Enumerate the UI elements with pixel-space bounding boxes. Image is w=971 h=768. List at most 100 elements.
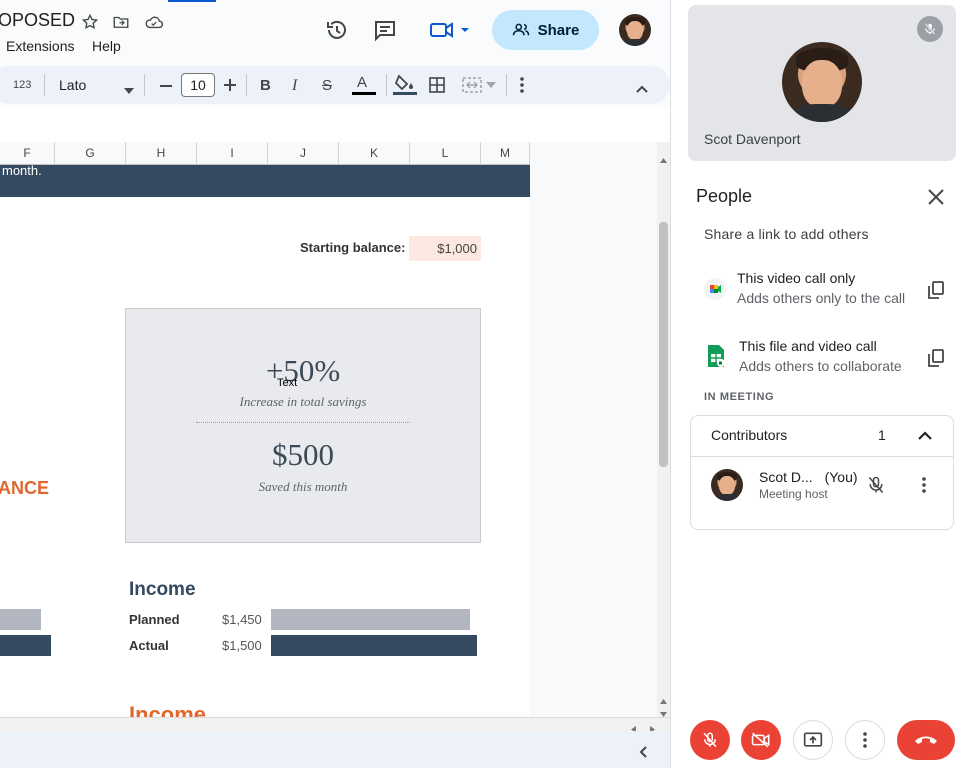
- font-dropdown-icon[interactable]: [124, 82, 134, 100]
- app-root: OPOSED Extensions Help Share 123 Lato 10…: [0, 0, 971, 768]
- document-title[interactable]: OPOSED: [0, 10, 75, 31]
- font-select[interactable]: Lato: [59, 77, 86, 93]
- cursor-tooltip: Text: [277, 377, 298, 389]
- title-underline-accent: [168, 0, 216, 2]
- column-header[interactable]: G: [55, 142, 126, 165]
- toolbar-divider: [44, 74, 45, 96]
- card-divider: [196, 422, 410, 423]
- toggle-mic-button[interactable]: [690, 720, 730, 760]
- mic-off-icon: [917, 16, 943, 42]
- meet-logo-icon: [704, 278, 726, 300]
- present-icon: [803, 732, 823, 747]
- chevron-up-icon[interactable]: [916, 428, 934, 442]
- income-heading-2-clip: Income: [0, 697, 530, 717]
- participant-you-tag: (You): [824, 469, 858, 485]
- account-avatar[interactable]: [619, 14, 651, 46]
- self-avatar: [782, 42, 862, 122]
- participant-more-icon[interactable]: [922, 477, 926, 498]
- sheet-empty-area: [530, 142, 657, 717]
- version-history-icon[interactable]: [324, 17, 350, 43]
- column-header[interactable]: M: [481, 142, 530, 165]
- column-header[interactable]: K: [339, 142, 410, 165]
- menu-extensions[interactable]: Extensions: [6, 38, 74, 54]
- participant-avatar: [711, 469, 743, 501]
- formula-bar[interactable]: [0, 108, 670, 142]
- option-video-call-title[interactable]: This video call only: [737, 270, 855, 286]
- share-label: Share: [537, 21, 580, 39]
- option-file-and-call-title[interactable]: This file and video call: [739, 338, 877, 354]
- expense-actual-bar: [0, 635, 51, 656]
- more-formats-button[interactable]: 123: [13, 79, 31, 91]
- increase-font-size-icon[interactable]: [222, 77, 238, 93]
- hang-up-icon: [915, 736, 937, 744]
- income-planned-bar: [271, 609, 470, 630]
- copy-icon[interactable]: [927, 349, 945, 367]
- side-panel-toggle-icon[interactable]: [639, 745, 647, 763]
- menu-help[interactable]: Help: [92, 38, 121, 54]
- column-header[interactable]: I: [197, 142, 268, 165]
- column-header[interactable]: F: [0, 142, 55, 165]
- fill-color-icon[interactable]: [393, 73, 417, 97]
- people-panel-title: People: [696, 186, 753, 206]
- move-folder-icon[interactable]: [111, 12, 131, 32]
- italic-icon[interactable]: I: [292, 77, 297, 95]
- meet-video-icon[interactable]: [426, 17, 474, 43]
- formatting-toolbar: [0, 66, 670, 104]
- starting-balance-label: Starting balance:: [300, 240, 406, 255]
- income-planned-label: Planned: [129, 612, 180, 627]
- participant-name-text: Scot D...: [759, 469, 813, 485]
- toolbar-divider: [144, 74, 145, 96]
- participant-role: Meeting host: [759, 487, 828, 501]
- income-actual-label: Actual: [129, 638, 169, 653]
- toolbar-divider: [246, 74, 247, 96]
- income-actual-bar: [271, 635, 477, 656]
- present-screen-button[interactable]: [793, 720, 833, 760]
- participant-name: Scot D... (You): [759, 469, 858, 485]
- contributors-label[interactable]: Contributors: [711, 427, 787, 443]
- camera-off-icon: [751, 732, 770, 748]
- text-color-icon[interactable]: A: [352, 74, 376, 96]
- mic-off-icon: [703, 732, 717, 748]
- merge-cells-icon[interactable]: [460, 76, 498, 94]
- income-heading: Income: [129, 579, 196, 600]
- savings-percent-caption: Increase in total savings: [239, 394, 367, 409]
- participant-mic-off-icon: [865, 474, 887, 496]
- share-button[interactable]: Share: [492, 10, 599, 50]
- vertical-scroll-thumb[interactable]: [659, 222, 668, 467]
- collapse-toolbar-icon[interactable]: [636, 80, 648, 98]
- sheet-tabs-bar: [0, 731, 670, 768]
- borders-icon[interactable]: [428, 76, 446, 94]
- saved-amount: $500: [272, 437, 334, 472]
- toggle-camera-button[interactable]: [741, 720, 781, 760]
- strikethrough-icon[interactable]: S: [322, 77, 332, 94]
- comments-icon[interactable]: [372, 17, 398, 43]
- font-size-input[interactable]: 10: [181, 73, 215, 97]
- bold-icon[interactable]: B: [260, 77, 271, 94]
- more-options-icon[interactable]: [520, 77, 524, 98]
- horizontal-scrollbar[interactable]: [0, 717, 670, 731]
- cloud-saved-icon[interactable]: [143, 12, 165, 32]
- close-icon[interactable]: [925, 186, 947, 208]
- meet-side-panel: Scot Davenport People Share a link to ad…: [670, 0, 971, 768]
- summary-card: [125, 308, 481, 543]
- chevron-down-icon: [461, 28, 469, 32]
- starting-balance-value[interactable]: $1,000: [409, 236, 481, 261]
- share-link-heading: Share a link to add others: [704, 226, 869, 242]
- toolbar-divider: [386, 74, 387, 96]
- self-tile-name: Scot Davenport: [704, 131, 801, 147]
- header-banner: month.: [0, 164, 530, 197]
- copy-icon[interactable]: [927, 281, 945, 299]
- star-icon[interactable]: [80, 12, 100, 32]
- expense-planned-bar: [0, 609, 41, 630]
- option-file-and-call-subtitle: Adds others to collaborate: [739, 358, 902, 374]
- leave-call-button[interactable]: [897, 720, 955, 760]
- column-header[interactable]: J: [268, 142, 339, 165]
- decrease-font-size-icon[interactable]: [160, 85, 172, 87]
- column-header[interactable]: L: [410, 142, 481, 165]
- scroll-up-icon[interactable]: [660, 150, 667, 168]
- more-options-button[interactable]: [845, 720, 885, 760]
- income-actual-value: $1,500: [222, 638, 262, 653]
- column-header[interactable]: H: [126, 142, 197, 165]
- option-video-call-subtitle: Adds others only to the call: [737, 290, 906, 306]
- toolbar-divider: [506, 74, 507, 96]
